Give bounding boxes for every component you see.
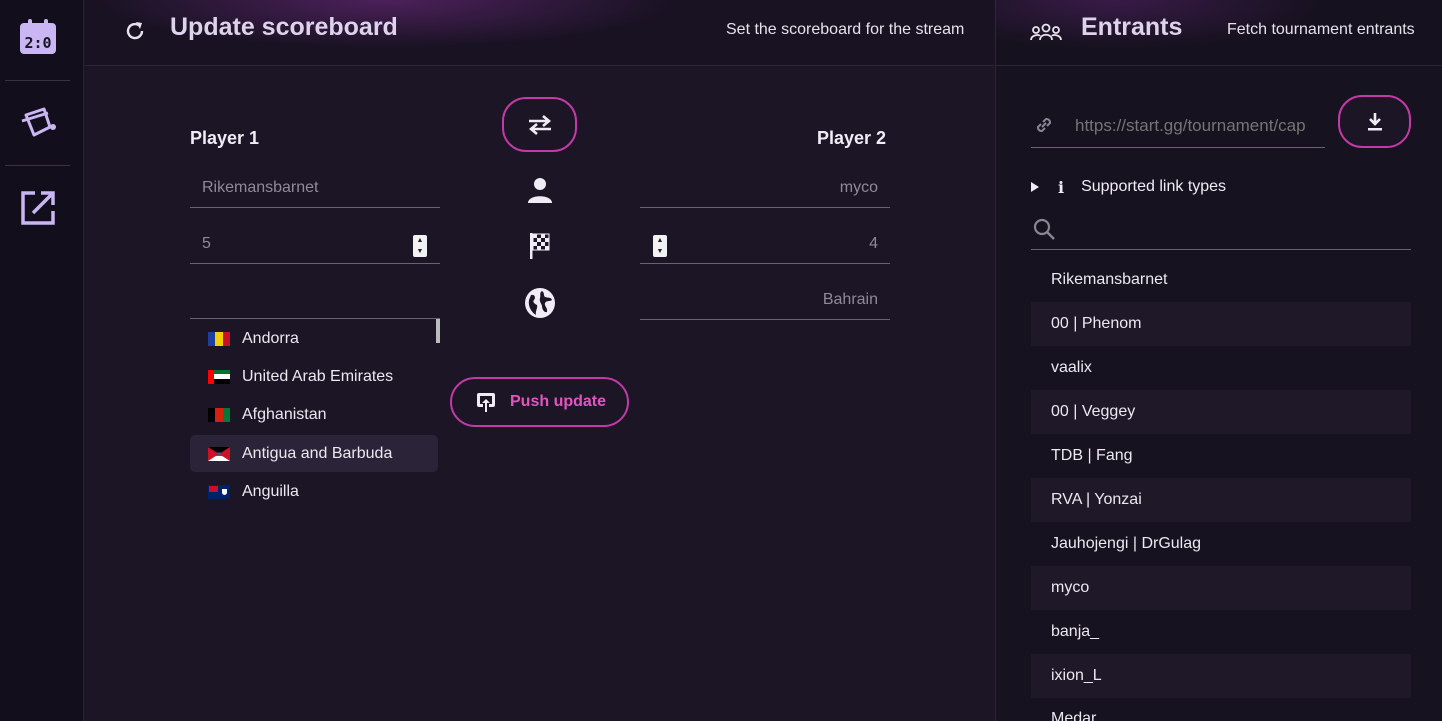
stepper-up-icon: ▲ <box>416 237 424 244</box>
entrants-subtitle: Fetch tournament entrants <box>1227 21 1415 38</box>
refresh-icon[interactable] <box>123 19 147 43</box>
entrant-item[interactable]: myco <box>1031 566 1411 610</box>
entrant-item[interactable]: 00 | Phenom <box>1031 302 1411 346</box>
flag-andorra-icon <box>208 331 230 346</box>
entrant-name: RVA | Yonzai <box>1051 491 1142 508</box>
entrant-item[interactable]: ixion_L <box>1031 654 1411 698</box>
country-label: Antigua and Barbuda <box>242 444 393 462</box>
swap-players-button[interactable] <box>502 97 577 152</box>
stepper-down-icon: ▼ <box>656 248 664 255</box>
svg-text:2:0: 2:0 <box>24 34 51 52</box>
player2-score-field[interactable]: ▲ ▼ 4 <box>640 224 890 264</box>
player1-name-field[interactable]: Rikemansbarnet <box>190 168 440 208</box>
player1-score: 5 <box>202 235 211 252</box>
nav-open-external[interactable] <box>18 188 58 228</box>
entrant-item[interactable]: Medar <box>1031 698 1411 721</box>
entrant-item[interactable]: RVA | Yonzai <box>1031 478 1411 522</box>
entrant-name: myco <box>1051 579 1090 596</box>
globe-icon <box>522 285 558 321</box>
entrant-name: 00 | Veggey <box>1051 403 1136 420</box>
upload-icon <box>477 393 495 412</box>
country-label: Andorra <box>242 329 299 347</box>
country-label: Anguilla <box>242 482 299 500</box>
download-icon <box>1367 112 1382 130</box>
supported-links-label: Supported link types <box>1081 178 1227 195</box>
entrants-title: Entrants <box>1081 13 1183 41</box>
player2-score: 4 <box>869 235 878 252</box>
tournament-url-input[interactable] <box>1075 115 1315 137</box>
entrant-item[interactable]: Rikemansbarnet <box>1031 258 1411 302</box>
swap-icon <box>528 114 551 135</box>
flag-afghanistan-icon <box>208 407 230 422</box>
entrant-name: Medar <box>1051 710 1097 721</box>
entrant-name: ixion_L <box>1051 667 1102 684</box>
stepper-up-icon: ▲ <box>656 237 664 244</box>
nav-theme[interactable] <box>18 103 58 143</box>
entrant-name: 00 | Phenom <box>1051 315 1142 332</box>
scoreboard-header: Update scoreboard Set the scoreboard for… <box>85 0 994 66</box>
entrant-search-field[interactable] <box>1031 210 1411 250</box>
supported-links-toggle[interactable]: i Supported link types <box>1031 176 1226 198</box>
entrants-header: Entrants Fetch tournament entrants <box>996 0 1442 66</box>
group-icon <box>1030 23 1062 41</box>
entrant-name: Jauhojengi | DrGulag <box>1051 535 1202 552</box>
country-label: United Arab Emirates <box>242 367 394 385</box>
flag-antigua-icon <box>208 446 230 461</box>
nav-scoreboard[interactable]: 2:0 <box>18 17 58 57</box>
scoreboard-title: Update scoreboard <box>170 13 398 41</box>
entrant-item[interactable]: Jauhojengi | DrGulag <box>1031 522 1411 566</box>
player2-country: Bahrain <box>822 291 878 308</box>
tournament-url-field[interactable] <box>1031 106 1325 148</box>
entrant-item[interactable]: 00 | Veggey <box>1031 390 1411 434</box>
link-icon <box>1036 117 1052 133</box>
country-option-uae[interactable]: United Arab Emirates <box>190 358 438 395</box>
player1-country-field[interactable] <box>190 280 440 320</box>
flag-anguilla-icon <box>208 484 230 499</box>
entrant-item[interactable]: TDB | Fang <box>1031 434 1411 478</box>
country-label: Afghanistan <box>242 405 327 423</box>
entrants-panel: Entrants Fetch tournament entrants i Sup… <box>995 0 1442 721</box>
push-update-button[interactable]: Push update <box>450 377 629 427</box>
scoreboard-subtitle: Set the scoreboard for the stream <box>726 21 965 38</box>
entrant-name: vaalix <box>1051 359 1092 376</box>
info-icon: i <box>1058 177 1065 197</box>
country-option-anguilla[interactable]: Anguilla <box>190 473 438 510</box>
player2-name-field[interactable]: myco <box>640 168 890 208</box>
player1-label: Player 1 <box>190 128 260 148</box>
country-option-antigua[interactable]: Antigua and Barbuda <box>190 435 438 472</box>
country-option-afghanistan[interactable]: Afghanistan <box>190 396 438 433</box>
entrant-item[interactable]: vaalix <box>1031 346 1411 390</box>
entrant-item[interactable]: banja_ <box>1031 610 1411 654</box>
player2-score-stepper[interactable]: ▲ ▼ <box>653 235 667 257</box>
country-dropdown[interactable]: Andorra United Arab Emirates Afghanistan… <box>190 318 440 508</box>
push-update-label: Push update <box>510 393 607 410</box>
person-icon <box>525 175 555 205</box>
search-icon <box>1033 218 1055 240</box>
country-option-andorra[interactable]: Andorra <box>190 320 438 357</box>
player1-score-stepper[interactable]: ▲ ▼ <box>413 235 427 257</box>
disclosure-triangle-icon <box>1031 182 1039 192</box>
checkered-flag-icon <box>525 230 555 260</box>
player2-country-field[interactable]: Bahrain <box>640 280 890 320</box>
open-external-icon <box>21 191 55 225</box>
side-nav: 2:0 <box>0 0 84 721</box>
player2-label: Player 2 <box>817 128 887 148</box>
entrant-name: TDB | Fang <box>1051 447 1133 464</box>
player2-name: myco <box>839 179 878 196</box>
stepper-down-icon: ▼ <box>416 248 424 255</box>
entrant-name: Rikemansbarnet <box>1051 271 1168 288</box>
fetch-entrants-button[interactable] <box>1338 95 1411 148</box>
scoreboard-panel: Update scoreboard Set the scoreboard for… <box>85 0 994 721</box>
scoreboard-icon: 2:0 <box>20 19 56 54</box>
flag-uae-icon <box>208 369 230 384</box>
paint-bucket-icon <box>21 107 56 137</box>
player1-name: Rikemansbarnet <box>202 179 319 196</box>
entrant-name: banja_ <box>1051 623 1100 640</box>
player1-score-field[interactable]: 5 ▲ ▼ <box>190 224 440 264</box>
